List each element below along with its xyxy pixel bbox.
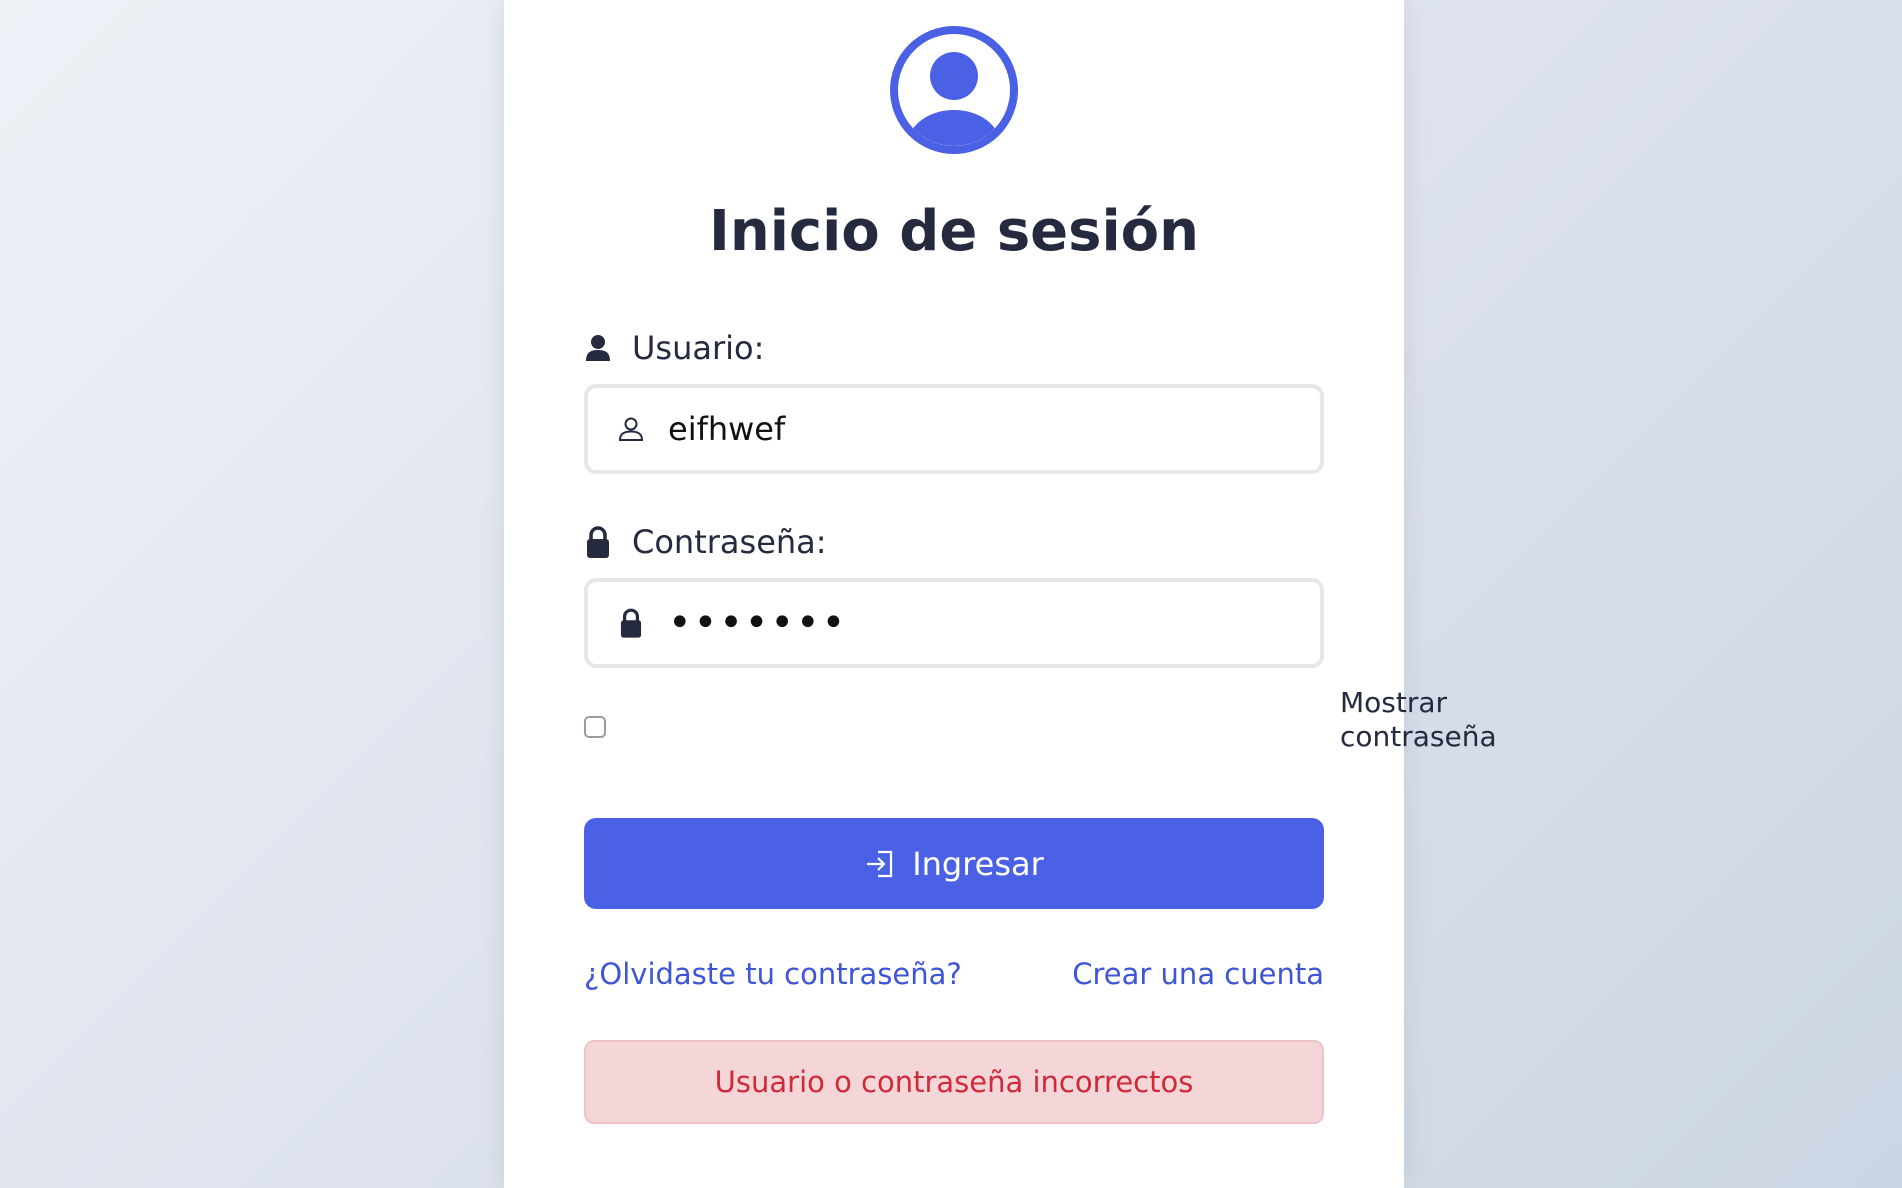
forgot-password-link[interactable]: ¿Olvidaste tu contraseña?: [584, 954, 962, 994]
username-label-text: Usuario:: [632, 329, 765, 367]
show-password-label[interactable]: Mostrar contraseña: [1340, 686, 1540, 754]
page-title: Inicio de sesión: [709, 199, 1199, 264]
show-password-checkbox[interactable]: [584, 716, 606, 738]
username-field[interactable]: [584, 384, 1324, 474]
lock-icon: [584, 525, 612, 559]
password-label-text: Contraseña:: [632, 523, 827, 561]
login-button-label: Ingresar: [912, 844, 1044, 883]
password-input[interactable]: [668, 596, 1288, 650]
error-message: Usuario o contraseña incorrectos: [714, 1065, 1194, 1099]
login-card: Inicio de sesión Usuario: Contraseña:: [504, 0, 1497, 1188]
error-alert: Usuario o contraseña incorrectos: [584, 1040, 1324, 1124]
lock-icon: [616, 608, 646, 638]
sign-in-icon: [864, 847, 898, 881]
user-icon: [584, 331, 612, 365]
username-input[interactable]: [668, 402, 1288, 456]
create-account-link[interactable]: Crear una cuenta: [1072, 954, 1324, 994]
user-circle-icon: [890, 26, 1018, 154]
login-button[interactable]: Ingresar: [584, 818, 1324, 909]
password-label: Contraseña:: [584, 520, 827, 564]
username-label: Usuario:: [584, 326, 764, 370]
password-field[interactable]: [584, 578, 1324, 668]
user-outline-icon: [616, 414, 646, 444]
